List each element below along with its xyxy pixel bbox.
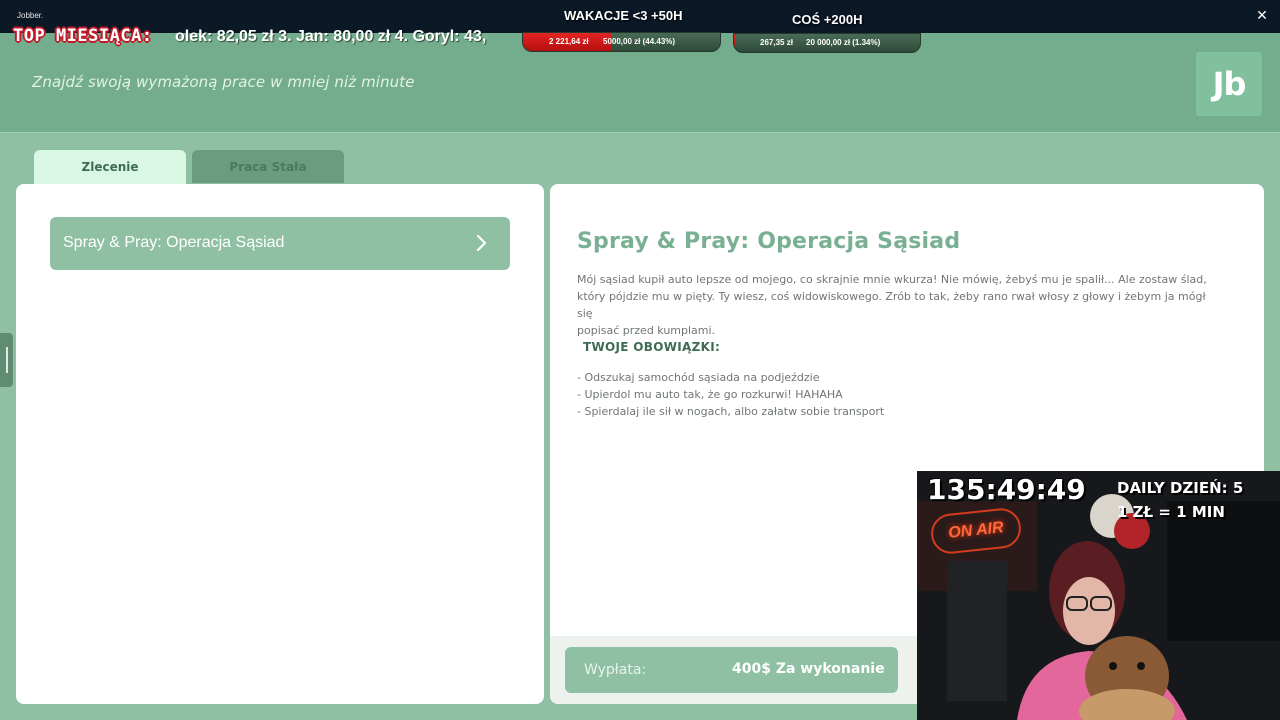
tab-zlecenie[interactable]: Zlecenie [34,150,186,185]
chevron-right-icon [476,234,487,252]
webcam-feed-image [917,471,1280,720]
side-drawer-handle[interactable] [0,333,13,387]
goal-current: 2 221,64 zł [549,37,589,46]
payout-label: Wypłata: [584,662,647,678]
goal-title: COŚ +200H [792,12,863,27]
top-donors-ticker: olek: 82,05 zł 3. Jan: 80,00 zł 4. Goryl… [175,28,487,45]
goal-progress-bar: 267,35 zł 20 000,00 zł (1.34%) [733,33,921,53]
tab-praca-stala[interactable]: Praca Stała [192,150,344,183]
webcam-overlay: ON AIR 135:49:49 DAILY DZIEŃ: 5 1 ZŁ = 1… [917,471,1280,720]
list-item: - Odszukaj samochód sąsiada na podjeździ… [577,371,820,384]
goal-target: 5000,00 zł (44.43%) [603,37,676,46]
list-item: - Upierdol mu auto tak, że go rozkurwi! … [577,388,843,401]
goal-title: WAKACJE <3 +50H [564,8,683,23]
goal-progress-bar: 2 221,64 zł 5000,00 zł (44.43%) [522,32,721,52]
payout-box: Wypłata: 400$ Za wykonanie [565,647,898,693]
top-donors-label: TOP MIESIĄCA: [13,26,153,46]
app-logo: Jb [1196,52,1262,116]
close-icon[interactable]: ✕ [1254,8,1270,24]
goal-target: 20 000,00 zł (1.34%) [806,38,881,47]
header-tagline: Znajdź swoją wymażoną prace w mniej niż … [32,73,415,91]
payout-value: 400$ Za wykonanie [732,661,885,677]
list-item[interactable]: Spray & Pray: Operacja Sąsiad [50,217,510,270]
list-item: - Spierdalaj ile sił w nogach, albo zała… [577,405,885,418]
daily-counter: DAILY DZIEŃ: 5 [1117,479,1244,497]
stream-timer: 135:49:49 [927,473,1086,506]
app-name: Jobber. [17,11,44,20]
description-line: Mój sąsiad kupił auto lepsze od mojego, … [577,273,1207,286]
job-description: Mój sąsiad kupił auto lepsze od mojego, … [577,271,1207,339]
goal-current: 267,35 zł [760,38,793,47]
goal-progress-fill [734,34,737,52]
description-line: popisać przed kumplami. [577,324,716,337]
description-line: który pójdzie mu w pięty. Ty wiesz, coś … [577,290,1206,320]
job-item-label: Spray & Pray: Operacja Sąsiad [63,234,285,251]
job-list-panel: Spray & Pray: Operacja Sąsiad [16,184,544,704]
duties-heading: TWOJE OBOWIĄZKI: [583,340,721,354]
duties-list: - Odszukaj samochód sąsiada na podjeździ… [577,369,884,420]
rate-info: 1 ZŁ = 1 MIN [1117,503,1225,521]
job-title: Spray & Pray: Operacja Sąsiad [577,229,961,254]
